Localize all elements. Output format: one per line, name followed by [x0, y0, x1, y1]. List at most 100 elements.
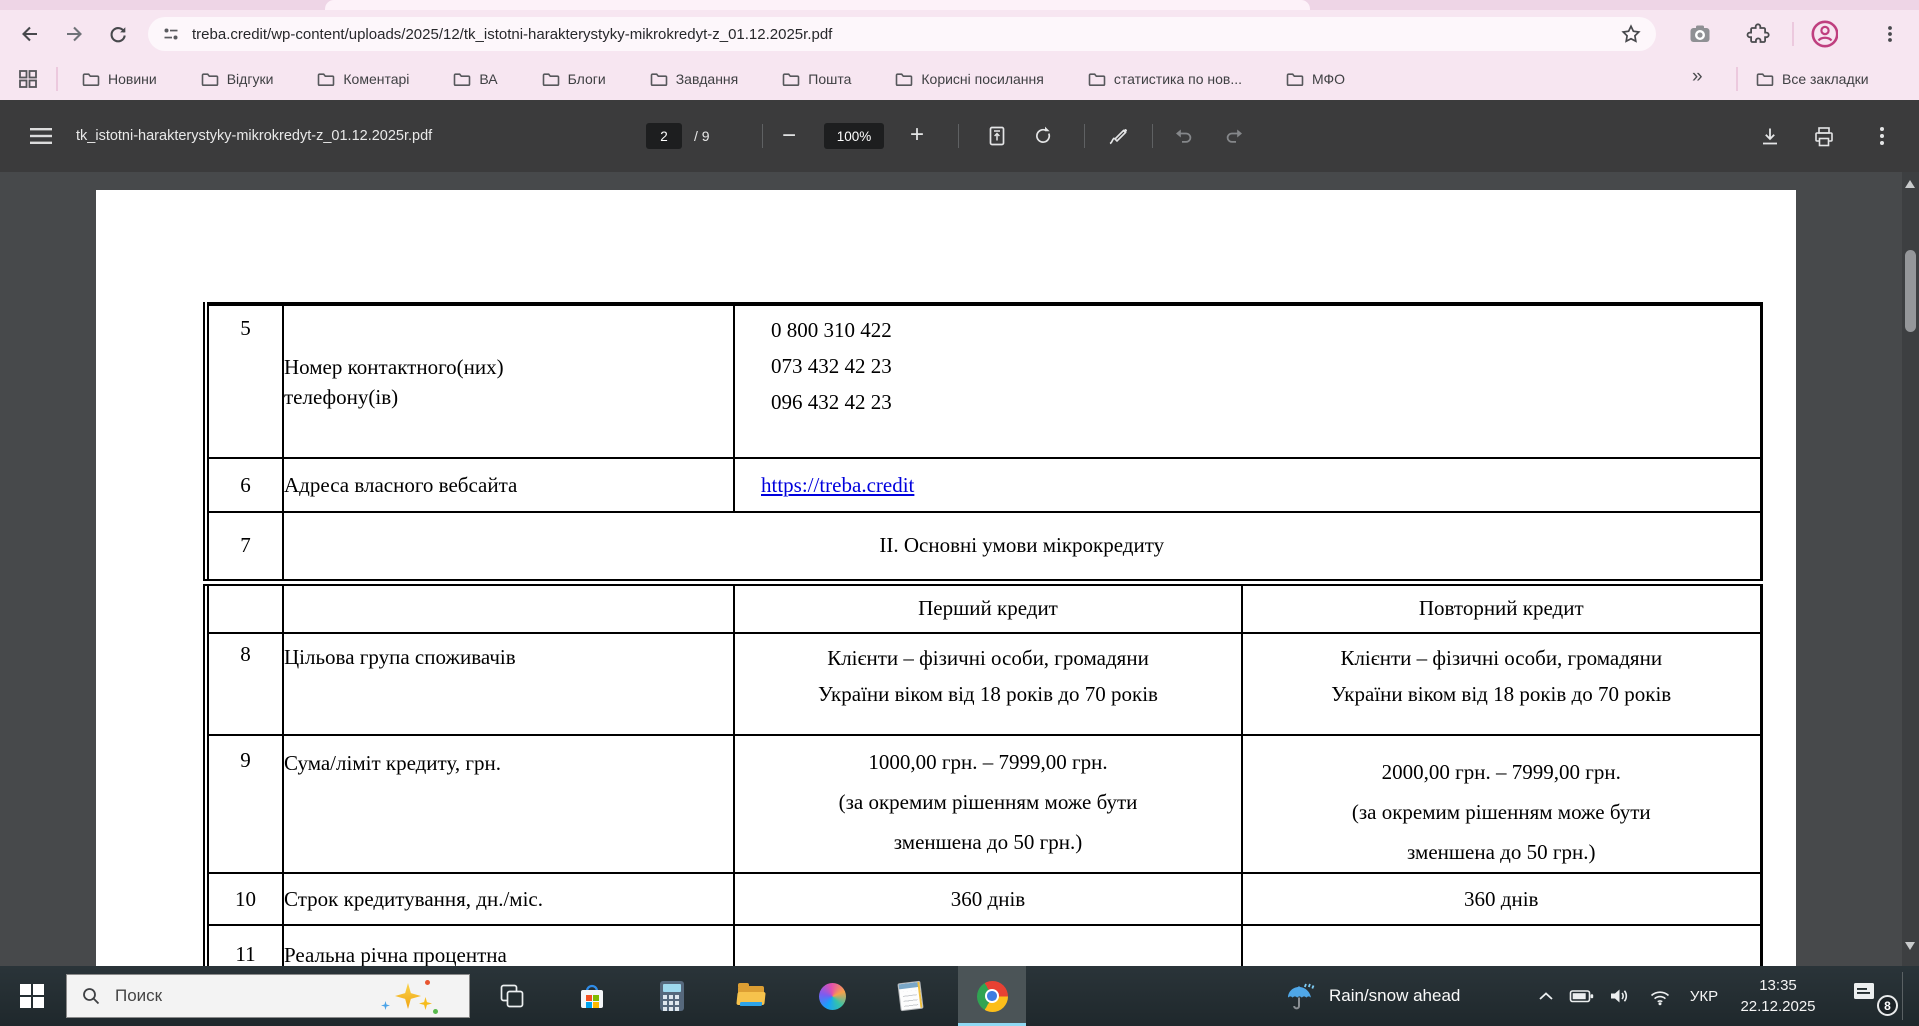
scrollbar-thumb[interactable] [1905, 250, 1916, 332]
taskbar-search-input[interactable]: Поиск [66, 974, 470, 1018]
row-label: Строк кредитування, дн./міс. [282, 872, 735, 926]
language-indicator[interactable]: УКР [1682, 966, 1726, 1026]
notepad-button[interactable] [886, 966, 934, 1026]
forward-icon[interactable] [60, 20, 88, 48]
calculator-button[interactable] [648, 966, 696, 1026]
row-number: 10 [203, 872, 284, 926]
zoom-in-button[interactable]: + [910, 123, 924, 147]
scroll-down-arrow[interactable] [1905, 942, 1915, 950]
speaker-icon [1611, 989, 1628, 1003]
annotate-pen-icon[interactable] [1106, 125, 1130, 147]
folder-icon [454, 72, 471, 86]
bookmark-folder-komentari[interactable]: Коментарі [317, 71, 409, 87]
file-explorer-icon [736, 983, 767, 1009]
row-label: Цільова група споживачів [282, 632, 735, 736]
copilot-button[interactable] [808, 966, 856, 1026]
bookmark-folder-korysni-posylannia[interactable]: Корисні посилання [895, 71, 1044, 87]
page-number-input[interactable]: 2 [646, 123, 682, 149]
show-desktop-button[interactable] [1902, 972, 1903, 1020]
network-status[interactable] [1640, 966, 1680, 1026]
folder-icon [650, 72, 668, 86]
date-label: 22.12.2025 [1740, 998, 1816, 1015]
browser-menu-icon[interactable] [1876, 20, 1904, 48]
phone-numbers-cell: 0 800 310 422 073 432 42 23 096 432 42 23 [733, 302, 1763, 459]
chevron-up-icon [1539, 992, 1553, 1000]
screenshot-extension-icon[interactable] [1686, 20, 1714, 48]
task-view-icon [500, 984, 524, 1008]
folder-icon [1756, 72, 1774, 86]
start-button[interactable] [8, 966, 56, 1026]
redo-icon[interactable] [1222, 126, 1246, 146]
value-cell: 360 днів [1241, 872, 1763, 926]
fit-to-page-icon[interactable] [986, 125, 1008, 147]
clock-widget[interactable]: 13:35 22.12.2025 [1722, 975, 1834, 1017]
url-bar[interactable]: treba.credit/wp-content/uploads/2025/12/… [148, 17, 1656, 51]
active-app-indicator [958, 1022, 1026, 1026]
all-bookmarks-button[interactable]: Все закладки [1756, 71, 1869, 87]
chrome-icon [976, 980, 1008, 1012]
bookmark-folder-novyny[interactable]: Новини [82, 71, 157, 87]
value-cell: 2000,00 грн. – 7999,00 грн. (за окремим р… [1241, 734, 1763, 874]
copilot-icon [818, 982, 846, 1010]
folder-icon [542, 72, 559, 86]
extensions-puzzle-icon[interactable] [1744, 20, 1772, 48]
wifi-icon [1650, 991, 1670, 1006]
bookmark-star-icon[interactable] [1620, 23, 1642, 45]
folder-icon [201, 72, 219, 86]
value-cell: 360 днів [733, 872, 1243, 926]
weather-label: Rain/snow ahead [1329, 986, 1461, 1005]
bookmark-folder-vidhuky[interactable]: Відгуки [201, 71, 273, 87]
search-highlights-sparkle-icon[interactable] [377, 975, 447, 1019]
row-number: 9 [203, 734, 284, 874]
pdf-more-menu-icon[interactable] [1872, 124, 1892, 148]
website-cell: https://treba.credit [733, 457, 1763, 513]
reload-icon[interactable] [104, 20, 132, 48]
bookmark-folder-zavdannia[interactable]: Завдання [650, 71, 738, 87]
active-tab-edge[interactable] [325, 0, 1310, 10]
pdf-content-area[interactable]: 5 Номер контактного(них) телефону(ів) 0 8… [0, 172, 1919, 1026]
profile-avatar[interactable] [1810, 20, 1838, 48]
file-explorer-button[interactable] [728, 966, 776, 1026]
undo-icon[interactable] [1172, 126, 1196, 146]
bookmark-folder-poshta[interactable]: Пошта [782, 71, 851, 87]
row-label: Сума/ліміт кредиту, грн. [282, 734, 735, 874]
characteristics-table: 5 Номер контактного(них) телефону(ів) 0 8… [203, 302, 1763, 1026]
microsoft-store-button[interactable] [568, 966, 616, 1026]
row-number: 5 [203, 302, 284, 459]
zoom-level-input[interactable]: 100% [824, 123, 884, 149]
battery-status[interactable] [1562, 966, 1602, 1026]
chrome-taskbar-button[interactable] [958, 966, 1026, 1026]
print-icon[interactable] [1812, 125, 1836, 149]
bookmark-folder-mfo[interactable]: МФО [1286, 71, 1345, 87]
back-icon[interactable] [16, 20, 44, 48]
tray-expand-button[interactable] [1528, 966, 1564, 1026]
section-title-cell: ІІ. Основні умови мікрокредиту [282, 511, 1763, 583]
download-icon[interactable] [1758, 125, 1782, 149]
bookmark-folder-va[interactable]: ВА [453, 71, 498, 87]
bookmarks-overflow-icon[interactable]: » [1692, 66, 1703, 88]
calculator-icon [660, 981, 684, 1011]
notification-center-button[interactable]: 8 [1852, 980, 1898, 1016]
site-settings-icon[interactable] [162, 25, 180, 43]
apps-grid-icon[interactable] [16, 67, 40, 91]
zoom-out-button[interactable]: − [782, 124, 796, 148]
weather-widget[interactable]: Rain/snow ahead [1285, 966, 1460, 1026]
folder-icon [318, 72, 335, 86]
bookmarks-bar: Новини Відгуки Коментарі ВА Блоги Завдан… [0, 58, 1919, 100]
bookmark-folder-statystyka[interactable]: статистика по нов... [1088, 71, 1242, 87]
url-text[interactable]: treba.credit/wp-content/uploads/2025/12/… [192, 26, 1620, 43]
row-label: Адреса власного вебсайта [282, 457, 735, 513]
table-row: 5 Номер контактного(них) телефону(ів) 0 8… [203, 302, 1763, 459]
vertical-scrollbar[interactable] [1902, 172, 1919, 1026]
website-link[interactable]: https://treba.credit [761, 473, 914, 497]
volume-status[interactable] [1600, 966, 1640, 1026]
empty-cell [282, 578, 735, 634]
table-row: 10 Строк кредитування, дн./міс. 360 днів… [203, 872, 1763, 926]
row-label: Номер контактного(них) телефону(ів) [282, 302, 735, 459]
task-view-button[interactable] [488, 966, 536, 1026]
scroll-up-arrow[interactable] [1905, 180, 1915, 188]
bookmark-folder-blohy[interactable]: Блоги [542, 71, 606, 87]
row-number: 6 [203, 457, 284, 513]
rotate-icon[interactable] [1032, 125, 1054, 147]
pdf-menu-icon[interactable] [30, 127, 52, 145]
